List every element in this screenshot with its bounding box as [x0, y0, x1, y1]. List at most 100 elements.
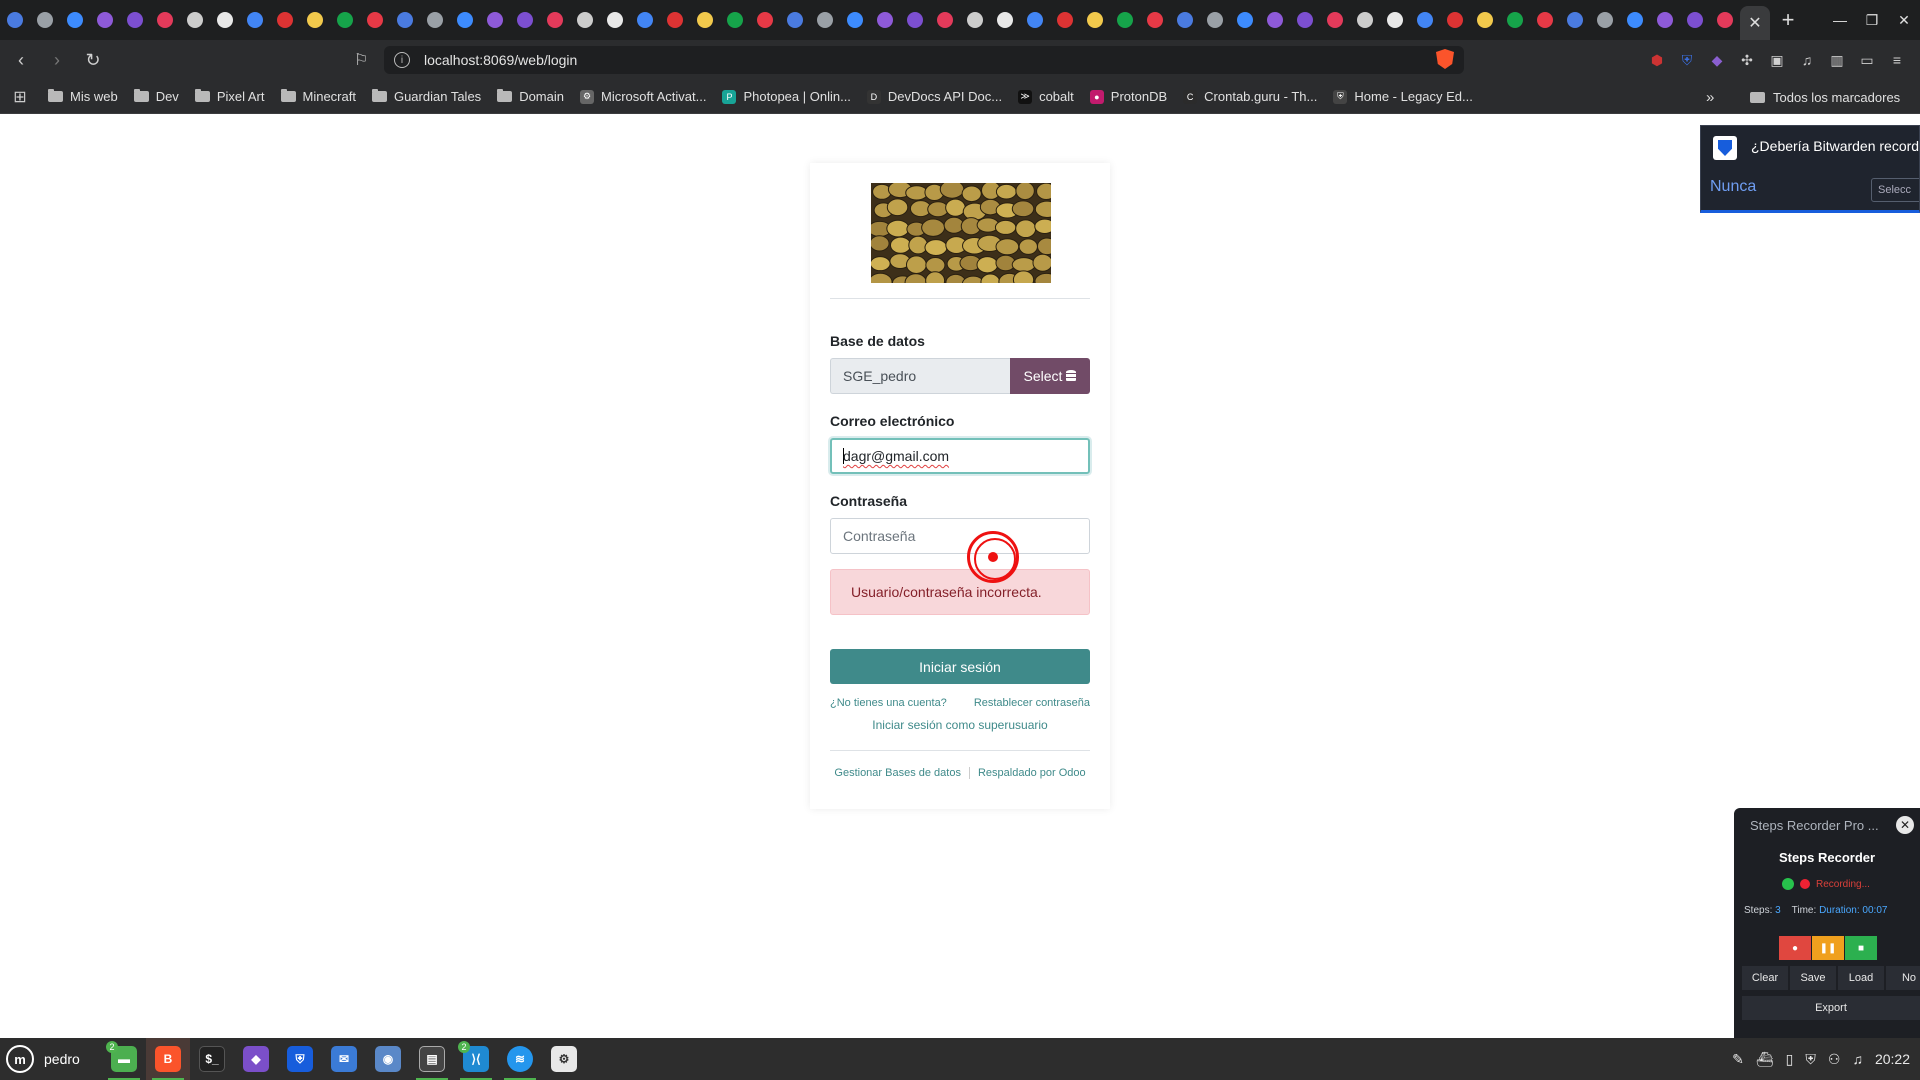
tab-favicon-icon[interactable]: [1680, 0, 1710, 40]
tab-favicon-icon[interactable]: [630, 0, 660, 40]
clear-button[interactable]: Clear: [1742, 966, 1788, 990]
close-window-icon[interactable]: ✕: [1888, 12, 1920, 29]
wallet-icon[interactable]: ▭: [1852, 45, 1882, 75]
tab-favicon-icon[interactable]: [0, 0, 30, 40]
bookmark-item[interactable]: ≫ cobalt: [1010, 80, 1082, 114]
tab-favicon-icon[interactable]: [420, 0, 450, 40]
tab-favicon-icon[interactable]: [450, 0, 480, 40]
tab-favicon-icon[interactable]: [1050, 0, 1080, 40]
screenshot-icon[interactable]: ▣: [1762, 45, 1792, 75]
tab-favicon-icon[interactable]: [1020, 0, 1050, 40]
tab-favicon-icon[interactable]: [870, 0, 900, 40]
tab-favicon-icon[interactable]: [240, 0, 270, 40]
forward-icon[interactable]: ›: [42, 45, 72, 75]
tab-favicon-icon[interactable]: [90, 0, 120, 40]
tab-favicon-icon[interactable]: [1650, 0, 1680, 40]
bookmark-item[interactable]: ⚙ Microsoft Activat...: [572, 80, 714, 114]
tab-favicon-icon[interactable]: [270, 0, 300, 40]
brave-app[interactable]: B: [146, 1038, 190, 1080]
signup-link[interactable]: ¿No tienes una cuenta?: [830, 697, 947, 709]
reset-password-link[interactable]: Restablecer contraseña: [974, 697, 1090, 709]
apps-grid-icon[interactable]: ⊞: [0, 87, 40, 107]
tab-favicon-icon[interactable]: [1380, 0, 1410, 40]
tab-favicon-icon[interactable]: [1590, 0, 1620, 40]
export-button[interactable]: Export: [1742, 996, 1920, 1020]
tab-favicon-icon[interactable]: [180, 0, 210, 40]
bookmark-item[interactable]: P Photopea | Onlin...: [714, 80, 858, 114]
start-menu[interactable]: m pedro: [6, 1045, 80, 1073]
tab-favicon-icon[interactable]: [810, 0, 840, 40]
bookmark-item[interactable]: Pixel Art: [187, 80, 273, 114]
close-icon[interactable]: ✕: [1896, 816, 1914, 834]
save-button[interactable]: Save: [1790, 966, 1836, 990]
tab-favicon-icon[interactable]: [150, 0, 180, 40]
clipboard-icon[interactable]: ▯: [1786, 1051, 1794, 1068]
tab-favicon-icon[interactable]: [480, 0, 510, 40]
stop-button[interactable]: ■: [1845, 936, 1877, 960]
tab-favicon-icon[interactable]: [1710, 0, 1740, 40]
password-field[interactable]: Contraseña: [830, 518, 1090, 554]
never-button[interactable]: Nunca: [1710, 178, 1756, 196]
bookmark-item[interactable]: Mis web: [40, 80, 126, 114]
files-app[interactable]: ▬ 2: [102, 1038, 146, 1080]
record-button[interactable]: ●: [1779, 936, 1811, 960]
tab-favicon-icon[interactable]: [960, 0, 990, 40]
tab-favicon-icon[interactable]: [30, 0, 60, 40]
tab-favicon-icon[interactable]: [930, 0, 960, 40]
tab-favicon-icon[interactable]: [1470, 0, 1500, 40]
tab-favicon-icon[interactable]: [1620, 0, 1650, 40]
tab-favicon-icon[interactable]: [690, 0, 720, 40]
tab-favicon-icon[interactable]: [780, 0, 810, 40]
folder-select[interactable]: Selecc: [1871, 178, 1919, 202]
tab-favicon-icon[interactable]: [510, 0, 540, 40]
manage-databases-link[interactable]: Gestionar Bases de datos: [834, 767, 961, 779]
sound-icon[interactable]: ♫: [1852, 1051, 1863, 1067]
tab-favicon-icon[interactable]: [360, 0, 390, 40]
tab-favicon-icon[interactable]: [210, 0, 240, 40]
ublock-icon[interactable]: ⬢: [1642, 45, 1672, 75]
maximize-icon[interactable]: ❐: [1856, 12, 1888, 29]
tab-favicon-icon[interactable]: [540, 0, 570, 40]
puzzle-icon[interactable]: ✣: [1732, 45, 1762, 75]
tab-favicon-icon[interactable]: [1560, 0, 1590, 40]
address-bar[interactable]: i localhost:8069/web/login: [384, 46, 1464, 74]
powered-by-link[interactable]: Respaldado por Odoo: [978, 767, 1086, 779]
shield-icon[interactable]: ⛨: [1805, 1051, 1816, 1068]
address-url[interactable]: localhost:8069/web/login: [424, 52, 577, 68]
site-info-icon[interactable]: i: [394, 52, 410, 68]
tab-favicon-icon[interactable]: [840, 0, 870, 40]
minimize-icon[interactable]: —: [1824, 12, 1856, 28]
tab-favicon-icon[interactable]: [60, 0, 90, 40]
tab-favicon-icon[interactable]: [120, 0, 150, 40]
tab-favicon-icon[interactable]: [600, 0, 630, 40]
bookmark-item[interactable]: Guardian Tales: [364, 80, 489, 114]
bitwarden-app[interactable]: ⛨: [278, 1038, 322, 1080]
window-app[interactable]: ▤: [410, 1038, 454, 1080]
pause-button[interactable]: ❚❚: [1812, 936, 1844, 960]
bookmark-item[interactable]: ⛨ Home - Legacy Ed...: [1325, 80, 1481, 114]
tab-favicon-icon[interactable]: [1260, 0, 1290, 40]
tab-favicon-icon[interactable]: [990, 0, 1020, 40]
clock[interactable]: 20:22: [1875, 1051, 1910, 1067]
tab-favicon-icon[interactable]: [660, 0, 690, 40]
vscode-app[interactable]: ⟩⟨ 2: [454, 1038, 498, 1080]
bookmark-item[interactable]: Domain: [489, 80, 572, 114]
terminal-app[interactable]: $_: [190, 1038, 234, 1080]
login-button[interactable]: Iniciar sesión: [830, 649, 1090, 684]
database-select-button[interactable]: Select: [1010, 358, 1090, 394]
screenshot-app[interactable]: ◉: [366, 1038, 410, 1080]
bookmark-icon[interactable]: ⚐: [354, 50, 368, 70]
tab-favicon-icon[interactable]: [570, 0, 600, 40]
superuser-link[interactable]: Iniciar sesión como superusuario: [810, 718, 1110, 732]
bitwarden-icon[interactable]: ⛨: [1672, 45, 1702, 75]
bookmarks-overflow-icon[interactable]: »: [1706, 80, 1714, 114]
tab-favicon-icon[interactable]: [1320, 0, 1350, 40]
new-tab-icon[interactable]: +: [1770, 7, 1806, 33]
tab-favicon-icon[interactable]: [300, 0, 330, 40]
bookmark-item[interactable]: C Crontab.guru - Th...: [1175, 80, 1325, 114]
bookmark-item[interactable]: Minecraft: [273, 80, 364, 114]
pen-icon[interactable]: ✎: [1732, 1051, 1744, 1068]
tab-favicon-icon[interactable]: [1140, 0, 1170, 40]
tab-favicon-icon[interactable]: [750, 0, 780, 40]
back-icon[interactable]: ‹: [6, 45, 36, 75]
